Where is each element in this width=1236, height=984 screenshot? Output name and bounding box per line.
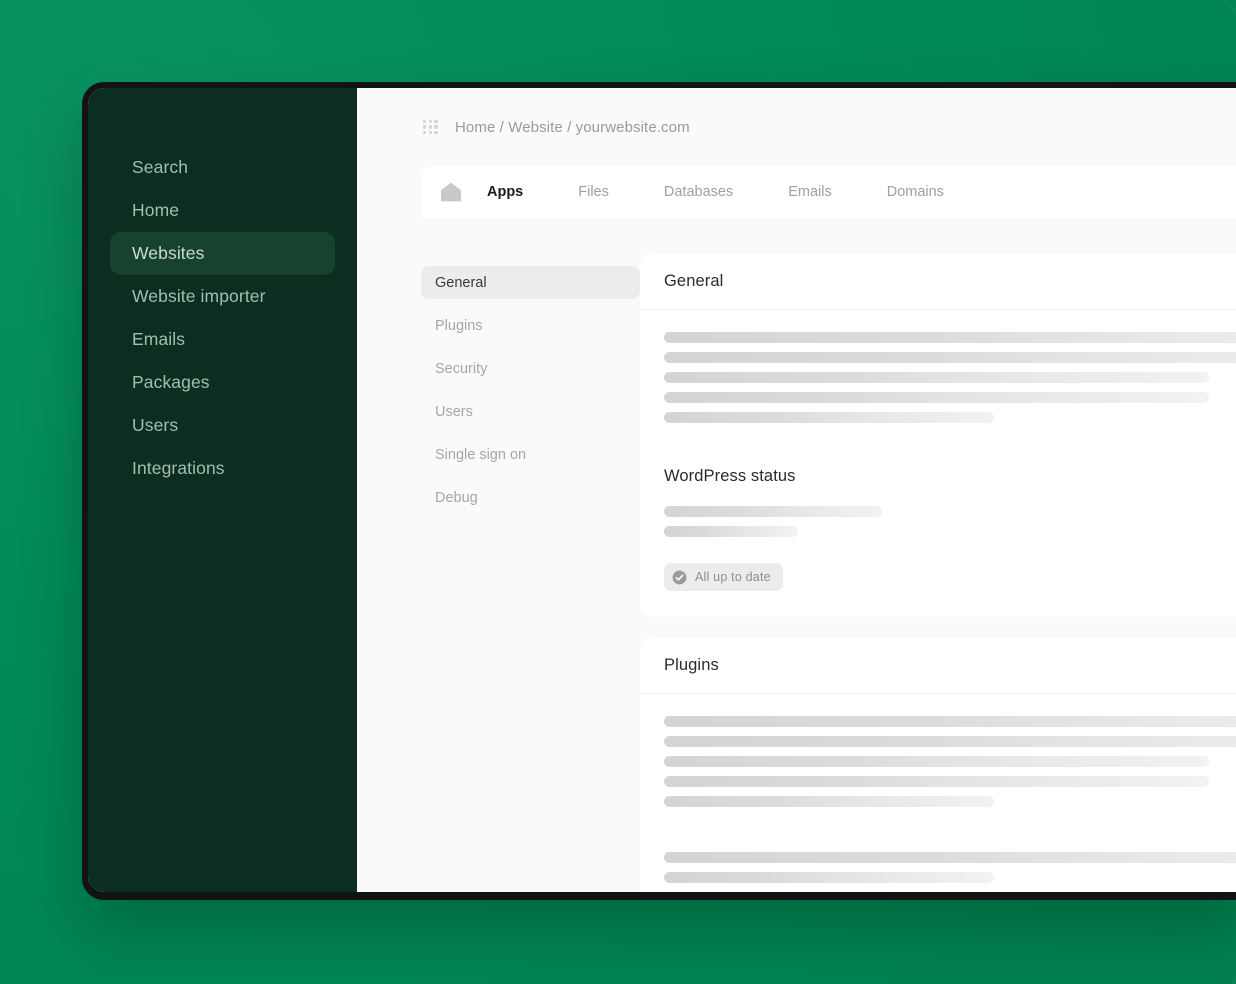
main-content-area: Home / Website / yourwebsite.com Apps Fi… — [357, 88, 1236, 892]
sidebar-item-label: Search — [132, 157, 189, 177]
skeleton-bar — [664, 776, 1209, 787]
skeleton-bar — [664, 352, 1236, 363]
subnav-item-general[interactable]: General — [421, 266, 640, 299]
plugins-card-header: Plugins — [640, 638, 1236, 694]
primary-sidebar: Search Home Websites Website importer Em… — [88, 88, 357, 892]
general-card-body: WordPress status All up to date — [640, 310, 1236, 617]
tab-files[interactable]: Files — [578, 184, 609, 200]
sidebar-item-home[interactable]: Home — [110, 189, 335, 232]
subnav-item-plugins[interactable]: Plugins — [421, 309, 640, 342]
tab-apps[interactable]: Apps — [487, 184, 523, 200]
subnav-item-security[interactable]: Security — [421, 352, 640, 385]
skeleton-bar — [664, 852, 1236, 863]
subnav-item-label: Single sign on — [435, 446, 527, 463]
skeleton-bar — [664, 736, 1236, 747]
tab-emails[interactable]: Emails — [788, 184, 832, 200]
skeleton-bar — [664, 526, 798, 537]
plugins-card-body — [640, 694, 1236, 892]
subnav-item-single-sign-on[interactable]: Single sign on — [421, 438, 640, 471]
subnav-item-label: Debug — [435, 489, 478, 506]
breadcrumb-bar: Home / Website / yourwebsite.com — [357, 88, 1236, 166]
home-icon[interactable] — [439, 181, 463, 203]
check-circle-icon — [672, 570, 687, 585]
subnav-item-label: Plugins — [435, 317, 483, 334]
skeleton-bar — [664, 392, 1209, 403]
sidebar-item-website-importer[interactable]: Website importer — [110, 275, 335, 318]
subnav-item-debug[interactable]: Debug — [421, 481, 640, 514]
tab-databases[interactable]: Databases — [664, 184, 733, 200]
subnav-item-users[interactable]: Users — [421, 395, 640, 428]
general-card: General WordPress status All up to date — [640, 254, 1236, 617]
app-window: Search Home Websites Website importer Em… — [88, 88, 1236, 892]
sidebar-item-label: Packages — [132, 372, 210, 392]
wordpress-status-title: WordPress status — [664, 467, 796, 485]
app-window-frame: Search Home Websites Website importer Em… — [82, 82, 1236, 900]
tab-domains[interactable]: Domains — [887, 184, 944, 200]
sidebar-item-label: Website importer — [132, 286, 266, 306]
sidebar-item-label: Home — [132, 200, 180, 220]
settings-content: General Plugins Security Users Single si… — [357, 218, 1236, 892]
sidebar-item-label: Websites — [132, 243, 205, 263]
sidebar-item-integrations[interactable]: Integrations — [110, 447, 335, 490]
sidebar-item-emails[interactable]: Emails — [110, 318, 335, 361]
plugins-card: Plugins — [640, 638, 1236, 892]
skeleton-bar — [664, 332, 1236, 343]
cards-column: General WordPress status All up to date … — [640, 218, 1236, 892]
skeleton-bar — [664, 716, 1236, 727]
subnav-item-label: General — [435, 274, 487, 291]
sidebar-item-label: Emails — [132, 329, 186, 349]
breadcrumb[interactable]: Home / Website / yourwebsite.com — [455, 119, 690, 136]
tab-bar: Apps Files Databases Emails Domains — [421, 166, 1236, 218]
plugins-card-title: Plugins — [664, 656, 719, 674]
skeleton-bar — [664, 756, 1209, 767]
status-badge-label: All up to date — [695, 570, 771, 584]
skeleton-bar — [664, 412, 994, 423]
status-badge[interactable]: All up to date — [664, 563, 783, 591]
skeleton-bar — [664, 796, 994, 807]
sidebar-item-search[interactable]: Search — [110, 146, 335, 189]
subnav-item-label: Users — [435, 403, 473, 420]
skeleton-bar — [664, 506, 882, 517]
sidebar-item-label: Integrations — [132, 458, 225, 478]
sidebar-item-label: Users — [132, 415, 179, 435]
general-card-title: General — [664, 272, 724, 290]
sidebar-item-websites[interactable]: Websites — [110, 232, 335, 275]
subnav-item-label: Security — [435, 360, 488, 377]
sidebar-item-packages[interactable]: Packages — [110, 361, 335, 404]
general-card-header: General — [640, 254, 1236, 310]
sidebar-item-users[interactable]: Users — [110, 404, 335, 447]
grid-dots-icon[interactable] — [423, 119, 438, 135]
settings-subnav: General Plugins Security Users Single si… — [421, 218, 640, 892]
skeleton-bar — [664, 872, 994, 883]
skeleton-bar — [664, 372, 1209, 383]
